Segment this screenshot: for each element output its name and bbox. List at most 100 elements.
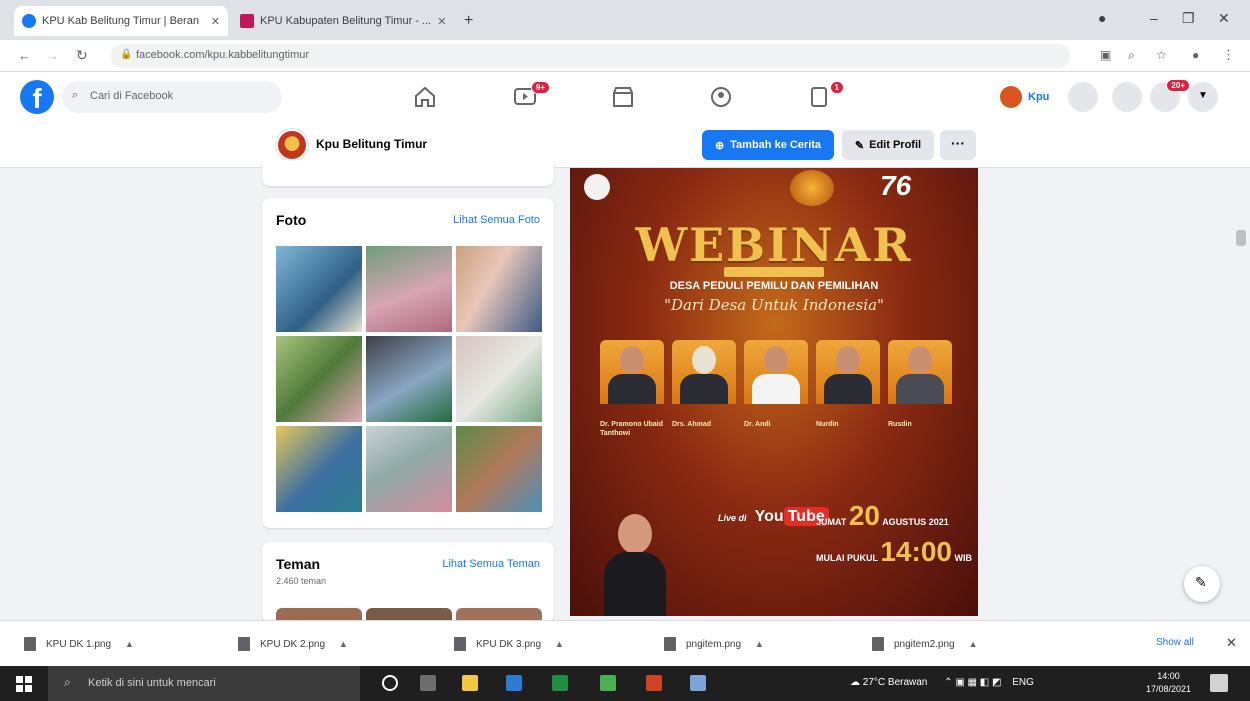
account-icon[interactable]: ● [1192,48,1199,62]
page-name[interactable]: Kpu Belitung Timur [316,137,427,151]
windows-start-icon[interactable] [16,676,32,692]
profile-chip[interactable]: Kpu [1000,82,1049,112]
facebook-favicon-icon [22,14,36,28]
event-date: JUMAT 20 AGUSTUS 2021 [816,500,949,531]
anniversary-number: 76 [880,170,912,201]
profile-sticky-bar: Kpu Belitung Timur ⊕ Tambah ke Cerita ✎ … [0,122,1250,168]
excel-icon[interactable] [552,675,568,691]
chevron-up-icon: ▲ [968,639,978,649]
photo-thumbnail[interactable] [276,426,362,512]
download-item[interactable]: pngitem.png ▲ [664,633,764,655]
account-dropdown-icon[interactable]: ▼ [1188,82,1218,112]
file-explorer-icon[interactable] [462,675,478,691]
nav-groups-icon[interactable] [708,85,734,109]
new-tab-button[interactable]: + [456,6,482,36]
maximize-icon[interactable]: ❐ [1182,10,1195,27]
close-downloads-icon[interactable]: ✕ [1226,635,1237,651]
address-row: ← → ↻ 🔒 facebook.com/kpu.kabbelitungtimu… [0,40,1250,72]
weather-icon: ☁ [850,677,860,688]
powerpoint-icon[interactable] [646,675,662,691]
photo-thumbnail[interactable] [456,336,542,422]
nav-home-icon[interactable] [412,85,438,109]
plus-circle-icon: ⊕ [714,139,725,152]
back-icon[interactable]: ← [18,48,31,63]
speaker-photo [816,340,880,404]
download-item[interactable]: KPU DK 3.png ▲ [454,633,564,655]
download-item[interactable]: pngitem2.png ▲ [872,633,978,655]
extension-icon[interactable]: ▣ [1100,48,1111,62]
task-view-icon[interactable] [420,675,436,691]
page-avatar[interactable] [276,129,308,161]
taskbar-search-input[interactable]: ⌕ Ketik di sini untuk mencari [48,666,360,701]
event-time: MULAI PUKUL 14:00 WIB [816,536,972,567]
webinar-title: WEBINAR [635,218,913,272]
edit-profile-button[interactable]: ✎ Edit Profil [842,130,934,160]
speaker-name: Dr. Pramono Ubaid Tanthowi [600,421,664,437]
page-scrollbar[interactable] [1236,230,1246,246]
facebook-logo-icon[interactable]: f [20,80,54,114]
photo-thumbnail[interactable] [366,246,452,332]
host-photo [600,508,670,616]
messenger-icon[interactable] [1112,82,1142,112]
photo-thumbnail[interactable] [456,426,542,512]
notifications-bell-icon[interactable]: 20+ [1150,79,1190,112]
more-options-button[interactable]: ··· [940,130,976,160]
system-tray[interactable]: ☁ 27°C Berawan ⌃ ▣ ▦ ◧ ◩ ENG [850,677,1034,688]
photo-thumbnail[interactable] [366,426,452,512]
chevron-up-icon: ▲ [339,639,348,649]
zoom-icon[interactable]: ⌕ [1128,48,1135,63]
photo-thumbnail[interactable] [276,246,362,332]
nav-marketplace-icon[interactable] [610,85,636,109]
browser-tab-active[interactable]: KPU Kab Belitung Timur | Beran ✕ [14,6,228,36]
add-to-story-button[interactable]: ⊕ Tambah ke Cerita [702,130,834,160]
browser-tab-2[interactable]: KPU Kabupaten Belitung Timur - ... ✕ [232,6,454,36]
groups-badge: 1 [829,81,844,94]
chevron-up-icon: ▲ [755,639,764,649]
file-icon [238,637,250,651]
speaker-name: Dr. Andi [744,421,771,428]
file-icon [664,637,676,651]
taskbar-clock[interactable]: 14:00 17/08/2021 [1146,670,1191,696]
close-tab-icon[interactable]: ✕ [205,15,220,28]
show-all-downloads-link[interactable]: Show all [1156,637,1194,648]
word-icon[interactable] [506,675,522,691]
webinar-post-image[interactable]: 76 WEBINAR DESA PEDULI PEMILU DAN PEMILI… [570,168,978,616]
forward-icon[interactable]: → [46,48,59,63]
chevron-up-icon: ▲ [555,639,564,649]
title-ribbon [724,267,824,277]
minimize-icon[interactable]: – [1150,10,1158,26]
new-message-button[interactable]: ✎ [1184,566,1220,602]
url-input[interactable]: 🔒 facebook.com/kpu.kabbelitungtimur [110,44,1070,68]
nav-gaming-icon[interactable]: 1 [806,81,844,109]
photo-thumbnail[interactable] [456,246,542,332]
see-all-friends-link[interactable]: Lihat Semua Teman [442,558,540,570]
photo-thumbnail[interactable] [276,336,362,422]
compose-icon: ✎ [1195,574,1207,590]
intro-card-bottom [262,160,554,186]
search-icon: ⌕ [64,675,71,689]
menu-grid-icon[interactable] [1068,82,1098,112]
cortana-icon[interactable] [382,675,398,691]
notification-center-icon[interactable] [1210,674,1228,692]
see-all-photos-link[interactable]: Lihat Semua Foto [453,214,540,226]
menu-kebab-icon[interactable]: ⋮ [1222,47,1235,63]
chrome-icon[interactable] [600,675,616,691]
file-icon [454,637,466,651]
nav-watch-icon[interactable]: 9+ [512,81,550,109]
instagram-favicon-icon [240,14,254,28]
close-tab-icon[interactable]: ✕ [431,15,446,28]
facebook-search-input[interactable]: ⌕ Cari di Facebook [62,81,282,113]
app-icon[interactable] [690,675,706,691]
kpu-logo-icon [584,174,610,200]
close-window-icon[interactable]: ✕ [1218,10,1230,27]
speaker-photo [672,340,736,404]
profile-icon[interactable]: ● [1098,10,1106,26]
star-icon[interactable]: ☆ [1156,48,1167,62]
pencil-icon: ✎ [854,139,865,152]
reload-icon[interactable]: ↻ [76,47,88,64]
download-item[interactable]: KPU DK 1.png ▲ [24,633,134,655]
photo-thumbnail[interactable] [366,336,452,422]
file-icon [872,637,884,651]
file-icon [24,637,36,651]
download-item[interactable]: KPU DK 2.png ▲ [238,633,348,655]
